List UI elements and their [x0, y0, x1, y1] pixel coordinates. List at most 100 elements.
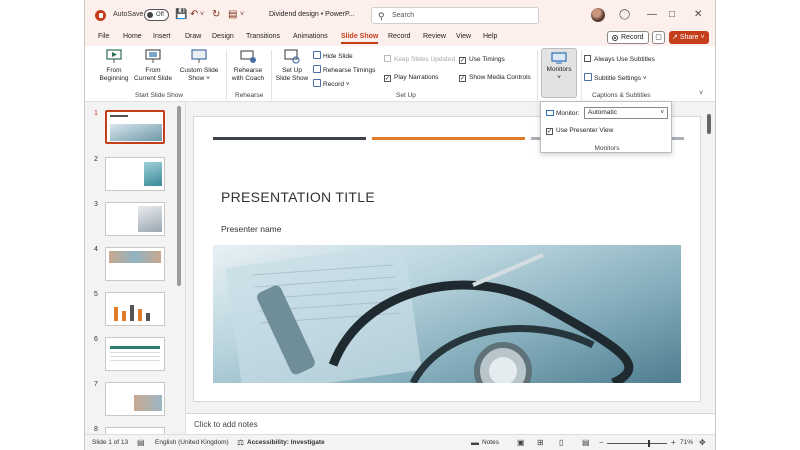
hide-slide-icon — [313, 51, 321, 59]
tab-insert[interactable]: Insert — [153, 33, 171, 40]
slide-title[interactable]: PRESENTATION TITLE — [221, 189, 375, 205]
spelling-icon[interactable]: ▤ — [137, 438, 145, 447]
slide-thumbnail-1[interactable] — [105, 110, 165, 144]
tab-transitions[interactable]: Transitions — [246, 33, 280, 40]
record-slide-icon — [313, 79, 321, 87]
close-icon[interactable]: ✕ — [694, 8, 702, 22]
notes-toggle[interactable]: Notes — [482, 439, 499, 446]
checkbox-icon — [584, 55, 591, 62]
record-button[interactable]: Record — [607, 31, 649, 44]
tab-draw[interactable]: Draw — [185, 33, 201, 40]
slide-thumbnail-2[interactable] — [105, 157, 165, 191]
customize-toolbar-icon[interactable]: ˅ — [240, 9, 244, 21]
minimize-icon[interactable]: — — [647, 8, 657, 22]
redo-icon[interactable]: ↻ — [212, 9, 220, 21]
rehearse-timings-button[interactable]: Rehearse Timings — [313, 65, 375, 75]
presenter-name[interactable]: Presenter name — [221, 224, 281, 234]
autosave-toggle[interactable]: Off — [144, 9, 169, 21]
thumbnail-scrollbar[interactable] — [177, 106, 181, 286]
collapse-ribbon-icon[interactable]: ˅ — [699, 90, 703, 97]
use-presenter-view-checkbox[interactable]: ✓ Use Presenter View — [546, 127, 613, 135]
slide-counter[interactable]: Slide 1 of 13 — [92, 439, 128, 446]
slide-thumbnail-4[interactable] — [105, 247, 165, 281]
slide-thumbnail-7[interactable] — [105, 382, 165, 416]
slideshow-start-icon — [106, 49, 122, 63]
powerpoint-window: AutoSave Off 💾 ↶ ˅ ↻ ▤ ˅ Dividend design… — [84, 0, 716, 450]
zoom-slider-thumb[interactable] — [648, 440, 650, 447]
show-media-controls-checkbox[interactable]: ✓ Show Media Controls — [459, 73, 531, 82]
reading-view-icon[interactable]: ▯ — [559, 438, 563, 447]
chevron-down-icon: ˅ — [660, 110, 664, 116]
notes-icon[interactable]: ▬ — [471, 438, 479, 447]
tab-help[interactable]: Help — [483, 33, 497, 40]
slide-canvas[interactable]: PRESENTATION TITLE Presenter name — [193, 116, 701, 402]
save-icon[interactable]: 💾 — [175, 9, 187, 21]
tab-animations[interactable]: Animations — [293, 33, 328, 40]
keep-slides-updated-checkbox[interactable]: Keep Slides Updated — [384, 55, 455, 64]
monitor-select[interactable]: Automatic ˅ — [584, 107, 668, 119]
monitors-button[interactable]: Monitors ˅ — [541, 48, 577, 98]
tab-view[interactable]: View — [456, 33, 471, 40]
slide-show-view-icon[interactable]: ▤ — [582, 438, 590, 447]
pane-divider[interactable] — [185, 102, 186, 434]
from-beginning-button[interactable]: From Beginning — [95, 49, 133, 83]
language-status[interactable]: English (United Kingdom) — [155, 439, 229, 446]
zoom-level[interactable]: 71% — [680, 439, 693, 446]
document-title[interactable]: Dividend design • PowerP... — [269, 11, 355, 18]
scrollbar-thumb[interactable] — [707, 114, 711, 134]
tab-home[interactable]: Home — [123, 33, 142, 40]
rehearse-coach-line2: with Coach — [231, 75, 265, 82]
custom-show-line1: Custom Slide — [179, 67, 219, 74]
share-button[interactable]: ↗ Share ˅ — [669, 31, 709, 44]
start-slideshow-icon[interactable]: ▤ — [228, 9, 237, 21]
undo-dropdown-icon[interactable]: ˅ — [200, 9, 204, 21]
tab-record[interactable]: Record — [388, 33, 411, 40]
zoom-slider[interactable] — [607, 440, 667, 447]
lightbulb-icon[interactable]: ◯ — [619, 8, 630, 22]
search-input[interactable]: ⚲ Search — [371, 7, 539, 24]
rehearse-timings-icon — [313, 65, 321, 73]
slideshow-current-icon — [145, 49, 161, 63]
stethoscope-image[interactable] — [213, 245, 681, 383]
group-separator — [581, 50, 582, 100]
slide-scrollbar[interactable] — [705, 104, 713, 400]
tab-file[interactable]: File — [98, 33, 109, 40]
zoom-out-icon[interactable]: − — [599, 438, 604, 447]
comments-button[interactable]: ▢ — [652, 31, 665, 44]
record-dropdown-button[interactable]: Record ˅ — [313, 79, 350, 89]
zoom-in-icon[interactable]: + — [671, 438, 676, 447]
custom-slide-show-button[interactable]: Custom Slide Show ˅ — [177, 49, 221, 83]
tab-review[interactable]: Review — [423, 33, 446, 40]
thumb-bar — [114, 307, 118, 321]
avatar[interactable] — [591, 8, 605, 22]
maximize-icon[interactable]: □ — [669, 8, 675, 22]
slide-thumbnail-5[interactable] — [105, 292, 165, 326]
accessibility-status[interactable]: Accessibility: Investigate — [247, 439, 325, 446]
title-decoration-line — [372, 137, 525, 140]
notes-pane[interactable]: Click to add notes — [186, 413, 715, 434]
use-timings-checkbox[interactable]: ✓ Use Timings — [459, 55, 505, 64]
play-narrations-checkbox[interactable]: ✓ Play Narrations — [384, 73, 438, 82]
group-label-rehearse: Rehearse — [235, 92, 264, 99]
undo-icon[interactable]: ↶ — [190, 9, 198, 21]
always-use-subtitles-checkbox[interactable]: Always Use Subtitles — [584, 55, 655, 64]
thumb-image — [109, 251, 161, 263]
from-current-slide-button[interactable]: From Current Slide — [133, 49, 173, 83]
subtitle-settings-button[interactable]: Subtitle Settings ˅ — [584, 73, 647, 83]
tab-design[interactable]: Design — [212, 33, 234, 40]
slide-thumbnail-6[interactable] — [105, 337, 165, 371]
normal-view-icon[interactable]: ▣ — [517, 438, 525, 447]
custom-show-icon — [191, 49, 207, 63]
hide-slide-button[interactable]: Hide Slide — [313, 51, 353, 61]
accessibility-icon[interactable]: ⚖ — [237, 438, 244, 447]
record-button-label: Record — [621, 34, 644, 41]
rehearse-with-coach-button[interactable]: Rehearse with Coach — [228, 49, 268, 83]
slide-sorter-icon[interactable]: ⊞ — [537, 438, 544, 447]
fit-to-window-icon[interactable]: ✥ — [699, 438, 706, 447]
set-up-slide-show-button[interactable]: Set Up Slide Show — [273, 49, 311, 83]
tab-slide-show[interactable]: Slide Show — [341, 33, 379, 44]
slide-thumbnail-3[interactable] — [105, 202, 165, 236]
subtitle-icon — [584, 73, 592, 81]
status-bar: Slide 1 of 13 ▤ English (United Kingdom)… — [85, 434, 715, 450]
thumb-bar — [130, 305, 134, 321]
